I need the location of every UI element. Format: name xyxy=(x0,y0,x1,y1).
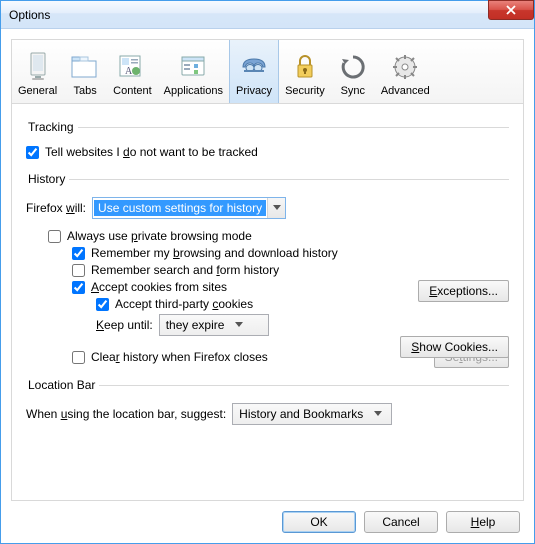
sync-icon xyxy=(337,51,369,83)
tracking-legend: Tracking xyxy=(26,120,78,134)
remember-browsing-checkbox[interactable] xyxy=(72,247,85,260)
options-frame: General Tabs A Content xyxy=(11,39,524,501)
tab-advanced[interactable]: Advanced xyxy=(375,40,436,103)
remember-search-checkbox[interactable] xyxy=(72,264,85,277)
tab-label: Applications xyxy=(164,85,223,97)
location-suggest-row: When using the location bar, suggest: Hi… xyxy=(26,403,509,425)
window-title: Options xyxy=(9,8,50,22)
history-legend: History xyxy=(26,172,69,186)
accept-third-party-checkbox[interactable] xyxy=(96,298,109,311)
security-icon xyxy=(289,51,321,83)
tracking-group: Tracking Tell websites I do not want to … xyxy=(26,120,509,162)
accept-cookies-checkbox[interactable] xyxy=(72,281,85,294)
location-bar-legend: Location Bar xyxy=(26,378,99,392)
suggest-label: When using the location bar, suggest: xyxy=(26,407,226,421)
tab-security[interactable]: Security xyxy=(279,40,331,103)
close-button[interactable] xyxy=(488,0,534,20)
clear-on-close-checkbox[interactable] xyxy=(72,351,85,364)
exceptions-button[interactable]: Exceptions... xyxy=(418,280,509,302)
tab-label: Security xyxy=(285,85,325,97)
always-private-row[interactable]: Always use private browsing mode xyxy=(48,229,509,243)
history-mode-select[interactable]: Use custom settings for history xyxy=(92,197,286,219)
dropdown-arrow-icon xyxy=(267,198,285,218)
tab-general[interactable]: General xyxy=(12,40,63,103)
advanced-icon xyxy=(389,51,421,83)
tab-label: Privacy xyxy=(236,85,272,97)
category-tabbar: General Tabs A Content xyxy=(12,40,523,104)
dropdown-arrow-icon xyxy=(369,404,387,424)
tab-label: General xyxy=(18,85,57,97)
tab-label: Advanced xyxy=(381,85,430,97)
tab-content[interactable]: A Content xyxy=(107,40,158,103)
clear-on-close-row[interactable]: Clear history when Firefox closes xyxy=(72,350,268,364)
show-cookies-button[interactable]: Show Cookies... xyxy=(400,336,509,358)
svg-text:A: A xyxy=(125,66,133,77)
content-area: General Tabs A Content xyxy=(1,29,534,543)
privacy-icon xyxy=(238,51,270,83)
remember-browsing-row[interactable]: Remember my browsing and download histor… xyxy=(72,246,509,260)
keep-until-label: Keep until: xyxy=(96,318,153,332)
help-button[interactable]: Help xyxy=(446,511,520,533)
tab-label: Sync xyxy=(341,85,365,97)
dnt-checkbox[interactable] xyxy=(26,146,39,159)
history-group: History Firefox will: Use custom setting… xyxy=(26,172,509,368)
keep-until-select[interactable]: they expire xyxy=(159,314,269,336)
tab-sync[interactable]: Sync xyxy=(331,40,375,103)
tab-label: Tabs xyxy=(74,85,97,97)
options-window: Options General Tabs xyxy=(0,0,535,544)
privacy-pane: Tracking Tell websites I do not want to … xyxy=(12,104,523,500)
remember-search-row[interactable]: Remember search and form history xyxy=(72,263,509,277)
firefox-will-label: Firefox will: xyxy=(26,201,86,215)
dialog-button-bar: OK Cancel Help xyxy=(11,501,524,535)
tab-applications[interactable]: Applications xyxy=(158,40,229,103)
suggest-select[interactable]: History and Bookmarks xyxy=(232,403,392,425)
dnt-checkbox-row[interactable]: Tell websites I do not want to be tracke… xyxy=(26,145,509,159)
always-private-checkbox[interactable] xyxy=(48,230,61,243)
close-icon xyxy=(506,5,516,15)
content-icon: A xyxy=(116,51,148,83)
applications-icon xyxy=(177,51,209,83)
location-bar-group: Location Bar When using the location bar… xyxy=(26,378,509,428)
tabs-icon xyxy=(69,51,101,83)
titlebar[interactable]: Options xyxy=(1,1,534,29)
ok-button[interactable]: OK xyxy=(282,511,356,533)
general-icon xyxy=(22,51,54,83)
history-mode-row: Firefox will: Use custom settings for hi… xyxy=(26,197,509,219)
tab-privacy[interactable]: Privacy xyxy=(229,40,279,103)
dropdown-arrow-icon xyxy=(230,315,248,335)
tab-tabs[interactable]: Tabs xyxy=(63,40,107,103)
tab-label: Content xyxy=(113,85,152,97)
cancel-button[interactable]: Cancel xyxy=(364,511,438,533)
